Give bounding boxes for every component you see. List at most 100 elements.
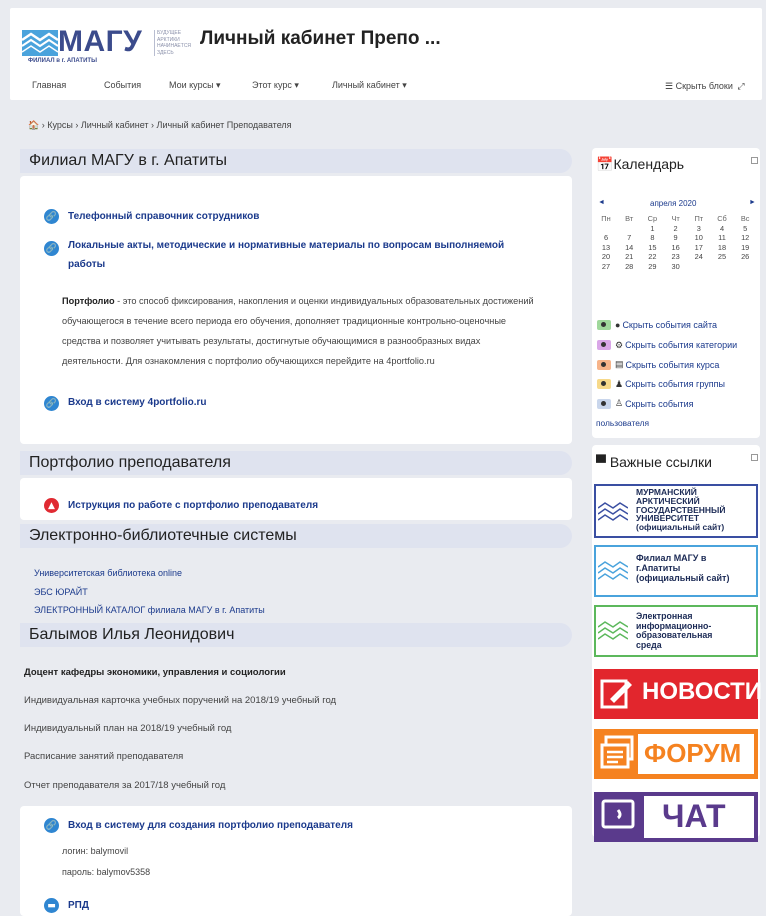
event-filter-label: Скрыть события [625,398,694,409]
calendar-day[interactable]: 24 [690,252,708,261]
logo-motto: БУДУЩЕЕ АРКТИКИ НАЧИНАЕТСЯ ЗДЕСЬ [154,30,191,56]
link-icon: 🔗 [44,818,59,833]
calendar-day[interactable]: 13 [597,243,615,252]
calendar-day[interactable]: 23 [667,252,685,261]
calendar-day[interactable]: 29 [643,262,661,271]
calendar-day[interactable]: 16 [667,243,685,252]
instruction-link[interactable]: Иструкция по работе с портфолио преподав… [68,500,318,511]
section-title: Филиал МАГУ в г. Апатиты [20,149,572,173]
link-icon: 🔗 [44,209,59,224]
event-filter[interactable]: ⚙ Скрыть события категории [597,340,737,351]
event-filter[interactable]: ♟ Скрыть события группы [597,379,725,390]
eye-icon [597,320,611,330]
waves-icon [598,561,628,580]
eye-icon [597,398,611,409]
site-logo[interactable]: МАГУ ФИЛИАЛ в г. АПАТИТЫ БУДУЩЕЕ АРКТИКИ… [22,25,191,68]
acts-link-cont[interactable]: работы [68,259,105,270]
breadcrumb-path[interactable]: › Курсы › Личный кабинет › Личный кабине… [42,120,292,130]
section-title: Электронно-библиотечные системы [20,524,572,548]
4portfolio-link[interactable]: Вход в систему 4portfolio.ru [68,397,207,408]
important-links-title: ▀ Важные ссылки [596,454,712,470]
calendar-day[interactable]: 11 [713,233,731,242]
calendar-day[interactable]: 2 [667,224,685,233]
calendar-day[interactable]: 7 [620,233,638,242]
library-link[interactable]: ЭЛЕКТРОННЫЙ КАТАЛОГ филиала МАГУ в г. Ап… [34,605,265,615]
calendar-day[interactable]: 3 [690,224,708,233]
calendar-day[interactable]: 19 [736,243,754,252]
chat-label: ЧАТ [662,798,726,834]
home-icon[interactable]: 🏠 [28,120,39,130]
branch-official-banner[interactable]: Филиал МАГУ в г.Апатиты (официальный сай… [594,545,758,597]
library-link[interactable]: Университетская библиотека online [34,568,182,578]
forum-banner[interactable]: ФОРУМ [594,729,758,779]
site-title[interactable]: Личный кабинет Препо ... [200,28,441,50]
event-filter[interactable]: ● Скрыть события сайта [597,320,717,330]
calendar-grid: Пн Вт Ср Чт Пт Сб Вс 1 2 3 4 5 6 7 8 9 10 11 12 13 14 15 16 17 1… [597,214,757,294]
calendar-day[interactable]: 9 [667,233,685,242]
prev-month-icon[interactable]: ◄ [598,199,605,206]
eios-banner[interactable]: Электронная информационно- образовательн… [594,605,758,657]
calendar-day[interactable]: 14 [620,243,638,252]
edit-icon [600,679,632,709]
calendar-day[interactable]: 10 [690,233,708,242]
calendar-day[interactable]: 5 [736,224,754,233]
folder-icon: ▬ [44,898,59,913]
card-icon: ▀ [596,454,610,470]
calendar-day[interactable]: 25 [713,252,731,261]
weekday-label: Пн [601,214,611,223]
teacher-link[interactable]: Расписание занятий преподавателя [24,751,183,762]
calendar-day[interactable]: 22 [643,252,661,261]
waves-logo-icon [22,30,58,56]
calendar-day[interactable]: 20 [597,252,615,261]
nav-home[interactable]: Главная [32,80,66,90]
weekday-label: Вс [740,214,750,223]
phonebook-link[interactable]: Телефонный справочник сотрудников [68,211,259,222]
event-filter[interactable]: ▤ Скрыть события курса [597,359,719,370]
next-month-icon[interactable]: ► [749,199,756,206]
nav-my-courses[interactable]: Мои курсы ▾ [169,80,221,91]
calendar-day[interactable]: 1 [643,224,661,233]
calendar-title: 📅Календарь [596,156,685,172]
calendar-day[interactable]: 21 [620,252,638,261]
library-link[interactable]: ЭБС ЮРАЙТ [34,587,88,597]
collapse-icon[interactable] [751,157,758,164]
calendar-day[interactable]: 6 [597,233,615,242]
teacher-link[interactable]: Отчет преподавателя за 2017/18 учебный г… [24,780,225,791]
teacher-link[interactable]: Индивидуальная карточка учебных поручени… [24,695,336,706]
calendar-day[interactable]: 15 [643,243,661,252]
event-filter-label: Скрыть события курса [625,359,720,370]
calendar-day[interactable]: 12 [736,233,754,242]
weekday-label: Ср [647,214,658,223]
calendar-day[interactable]: 17 [690,243,708,252]
calendar-day[interactable]: 27 [597,262,615,271]
teacher-link[interactable]: Индивидуальный план на 2018/19 учебный г… [24,723,231,734]
nav-this-course[interactable]: Этот курс ▾ [252,80,299,91]
nav-personal-cabinet[interactable]: Личный кабинет ▾ [332,80,407,91]
acts-link[interactable]: Локальные акты, методические и нормативн… [68,240,504,251]
calendar-day[interactable]: 30 [667,262,685,271]
calendar-day[interactable]: 26 [736,252,754,261]
collapse-icon[interactable] [751,454,758,461]
eye-icon [597,340,611,350]
calendar-icon: 📅 [596,156,614,172]
chat-banner[interactable]: ЧАТ [594,792,758,842]
nav-events[interactable]: События [104,80,141,90]
event-filter[interactable]: ♙ Скрыть события [597,398,694,409]
calendar-month: апреля 2020 [650,199,697,208]
event-type-icon: ♙ [615,398,624,408]
rpd-link[interactable]: РПД [68,900,89,911]
magu-official-banner[interactable]: МУРМАНСКИЙ АРКТИЧЕСКИЙ ГОСУДАРСТВЕННЫЙ У… [594,484,758,538]
calendar-day[interactable]: 8 [643,233,661,242]
calendar-day[interactable]: 4 [713,224,731,233]
portfolio-login-link[interactable]: Вход в систему для создания портфолио пр… [68,820,353,831]
events-tail[interactable]: пользователя [596,418,649,428]
teacher-position: Доцент кафедры экономики, управления и с… [24,667,286,678]
news-banner[interactable]: НОВОСТИ [594,669,762,719]
calendar-day[interactable]: 28 [620,262,638,271]
link-icon: 🔗 [44,241,59,256]
event-filter-label: Скрыть события сайта [622,320,717,330]
event-type-icon: ▤ [615,359,624,369]
hide-blocks-button[interactable]: ☰ Скрыть блоки ⤢ [665,81,745,92]
weekday-label: Сб [717,214,727,223]
calendar-day[interactable]: 18 [713,243,731,252]
